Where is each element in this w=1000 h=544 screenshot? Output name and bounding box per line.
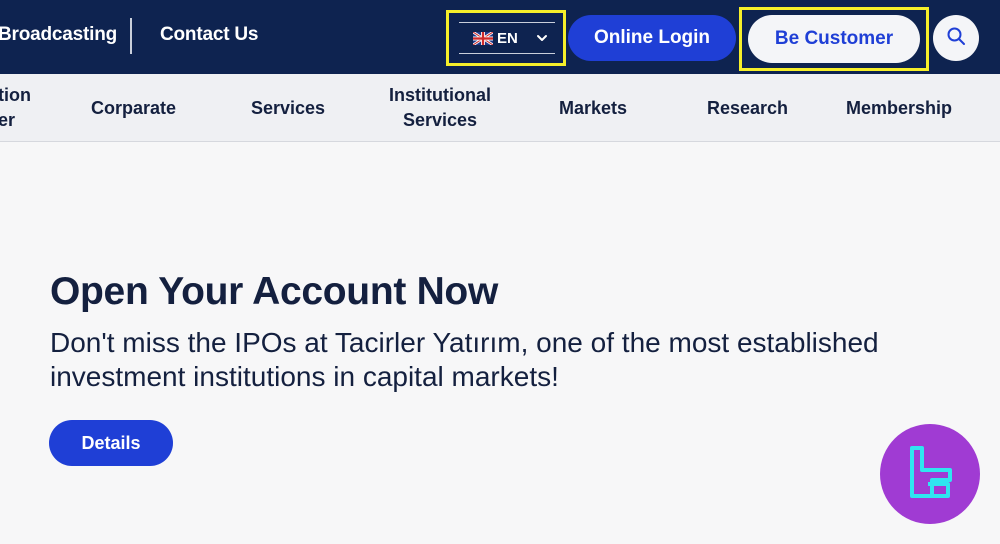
nav-item-label: tion	[0, 85, 31, 105]
contact-us-link[interactable]: Contact Us	[160, 24, 258, 46]
nav-item-label: er	[0, 110, 16, 130]
uk-flag-icon	[473, 31, 493, 45]
nav-item-label: Institutional	[389, 85, 491, 105]
brand-logo-badge	[880, 424, 980, 524]
hero-title: Open Your Account Now	[50, 270, 498, 313]
details-button[interactable]: Details	[49, 420, 173, 466]
nav-item-markets[interactable]: Markets	[559, 96, 627, 121]
language-highlight-box: EN	[446, 10, 566, 66]
language-code: EN	[497, 29, 518, 47]
search-icon	[946, 26, 966, 51]
broadcasting-link[interactable]: Broadcasting	[0, 24, 117, 46]
brand-logo-icon	[898, 440, 962, 509]
online-login-button[interactable]: Online Login	[568, 15, 736, 61]
be-customer-highlight-box: Be Customer	[739, 7, 929, 71]
nav-item-partial[interactable]: tion er	[0, 83, 31, 133]
be-customer-button[interactable]: Be Customer	[748, 15, 920, 63]
chevron-down-icon	[535, 31, 549, 45]
language-selector[interactable]: EN	[459, 22, 555, 54]
search-button[interactable]	[933, 15, 979, 61]
nav-item-institutional-services[interactable]: Institutional Services	[389, 83, 491, 133]
nav-item-label: Services	[402, 110, 478, 130]
nav-item-membership[interactable]: Membership	[846, 96, 952, 121]
nav-item-services[interactable]: Services	[251, 96, 325, 121]
hero-subtitle: Don't miss the IPOs at Tacirler Yatırım,…	[50, 327, 879, 392]
top-divider	[130, 18, 132, 54]
main-nav: tion er Corparate Services Institutional…	[0, 74, 1000, 142]
nav-item-research[interactable]: Research	[707, 96, 788, 121]
top-bar: Broadcasting Contact Us EN Online Login …	[0, 0, 1000, 74]
nav-item-corporate[interactable]: Corparate	[91, 96, 176, 121]
